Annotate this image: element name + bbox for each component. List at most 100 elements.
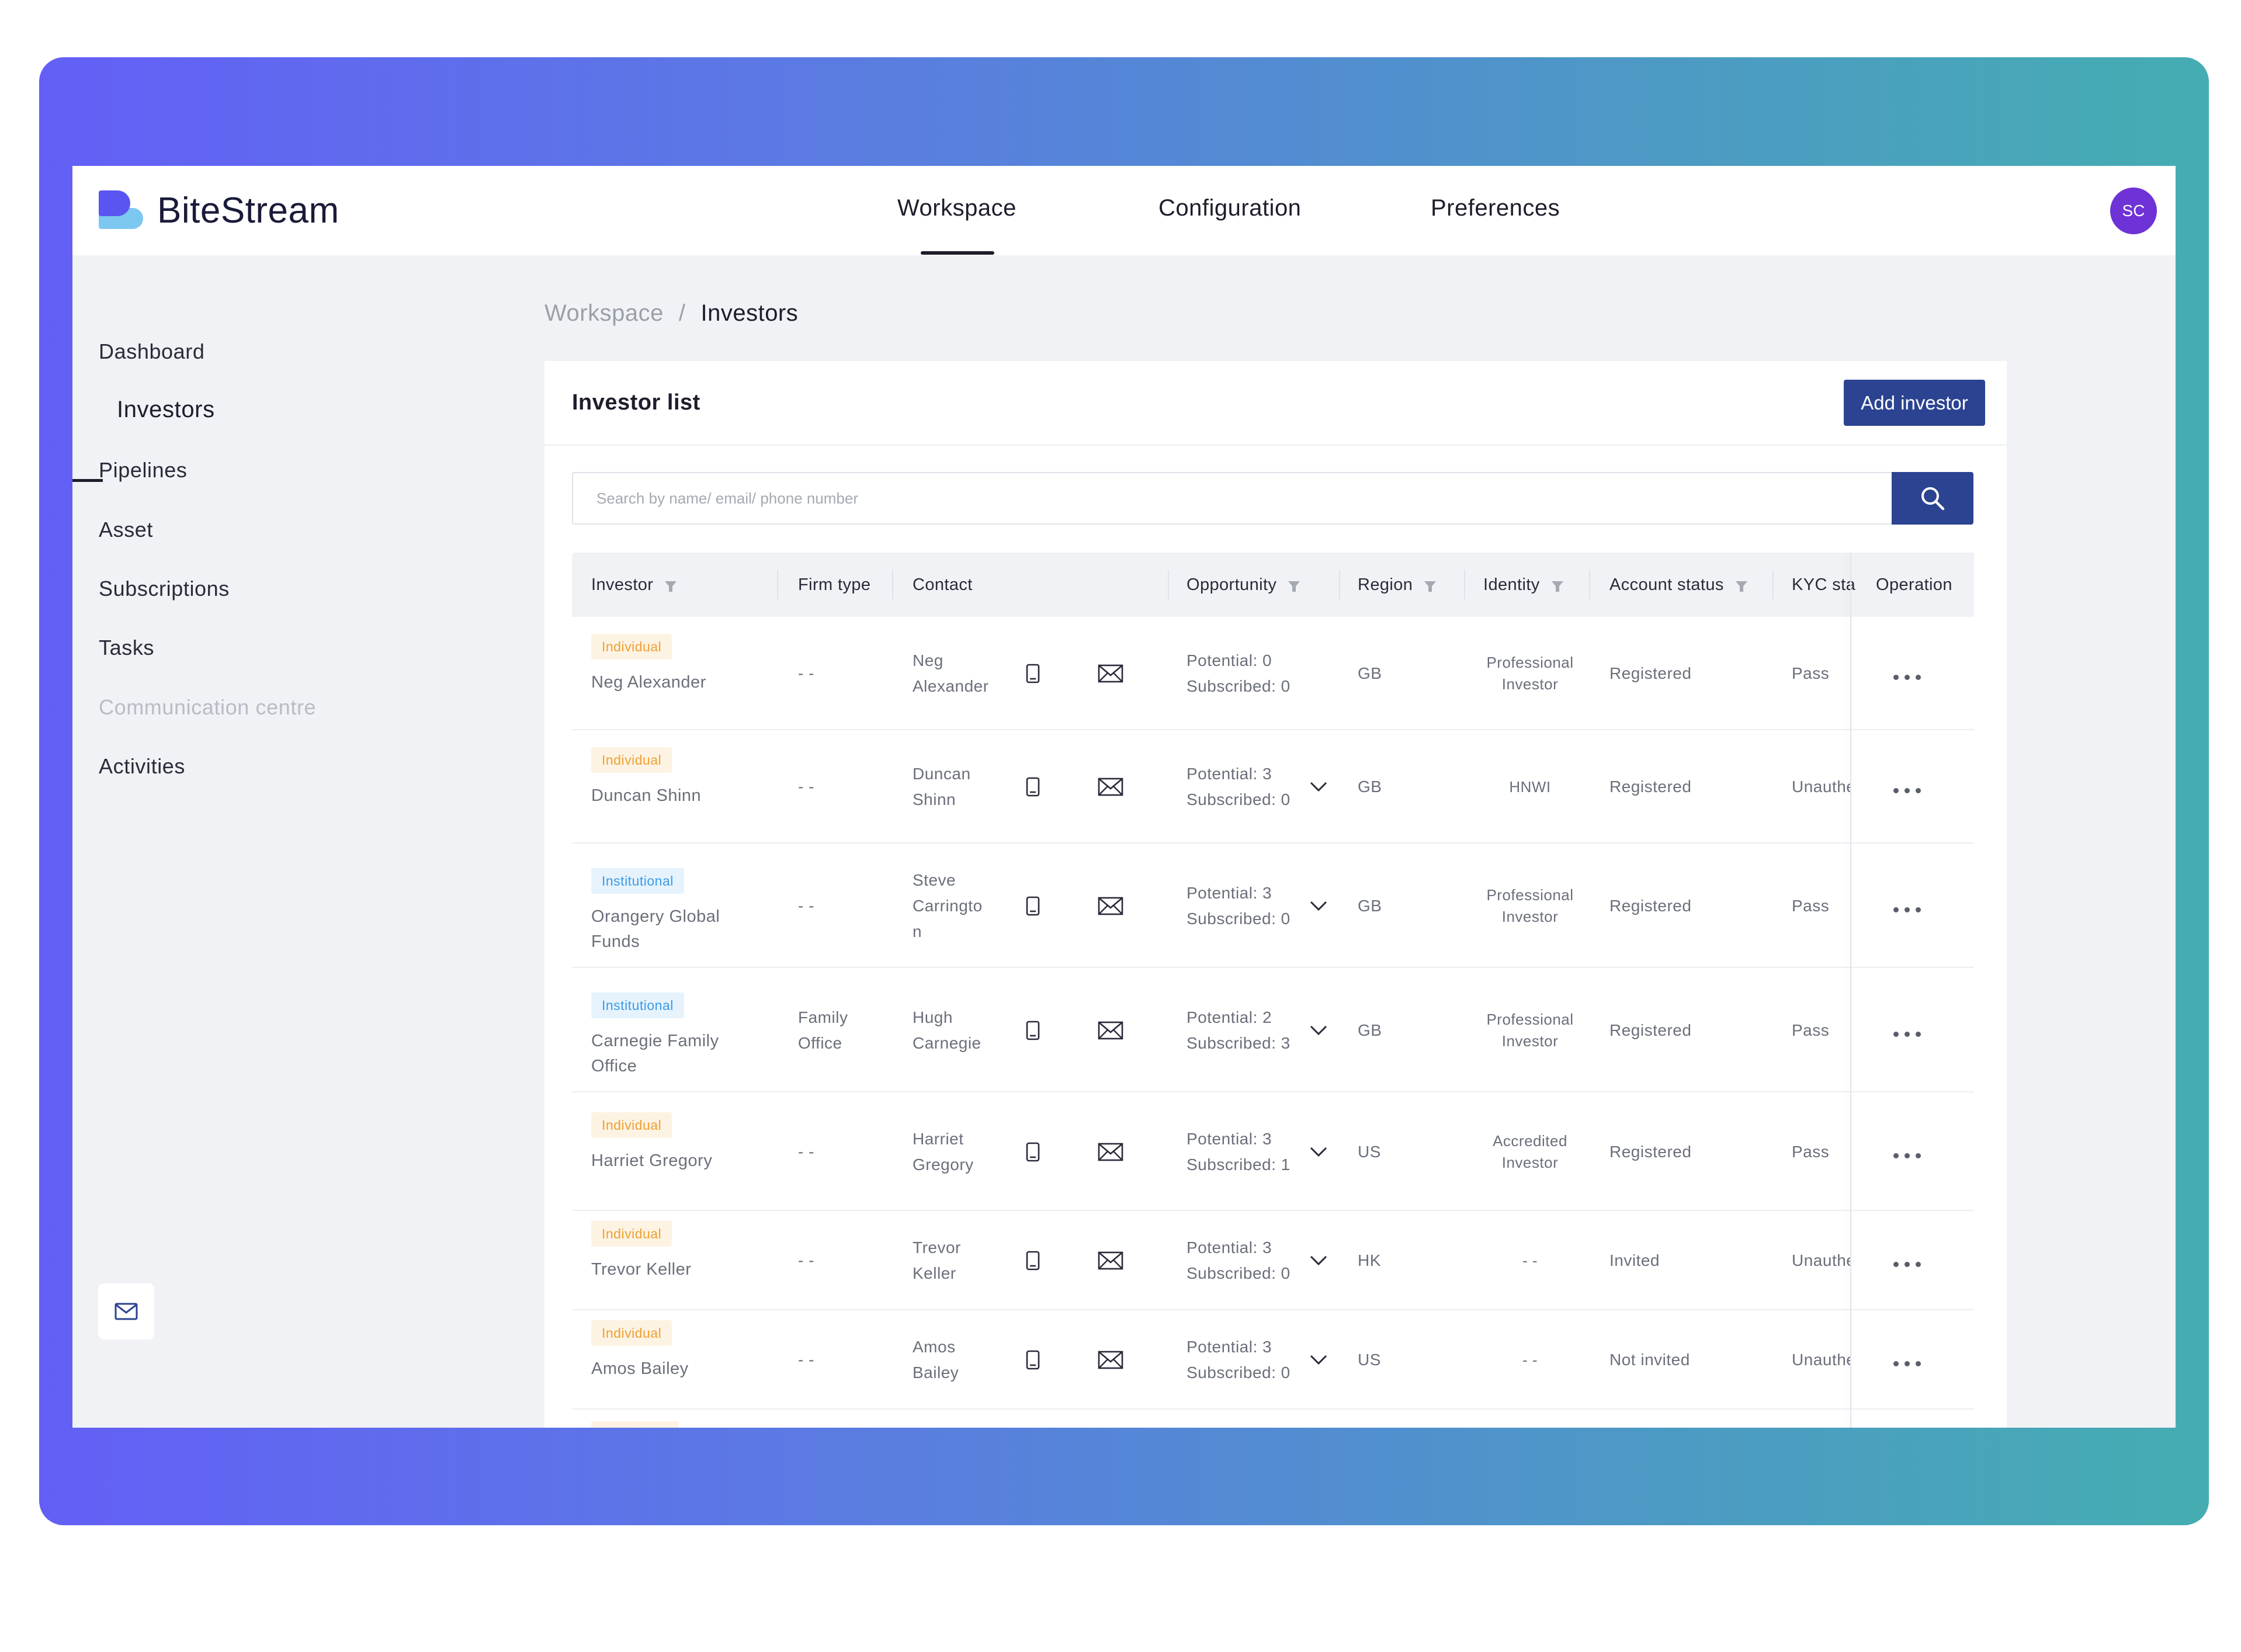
tab-workspace[interactable]: Workspace (897, 195, 1017, 221)
header-opportunity[interactable]: Opportunity (1187, 553, 1300, 617)
sidebar-item-pipelines[interactable]: Pipelines (99, 458, 188, 483)
phone-icon[interactable] (1025, 896, 1040, 919)
tab-preferences[interactable]: Preferences (1431, 195, 1560, 221)
table-row[interactable]: Institutional Orangery Global Funds - - Stev… (572, 844, 1974, 968)
contact-line: Alexander (913, 677, 989, 695)
breadcrumb-workspace[interactable]: Workspace (544, 300, 664, 326)
filter-icon[interactable] (665, 581, 677, 592)
envelope-icon[interactable] (1098, 1351, 1123, 1372)
opportunity-potential: Potential: 3 (1187, 765, 1272, 783)
identity-line: Accredited (1493, 1132, 1567, 1150)
more-dots-icon[interactable] (1893, 1153, 1921, 1158)
region-cell: HK (1358, 1251, 1381, 1269)
investor-table: Investor Firm type Contact Opportunity R… (572, 553, 1974, 1428)
sidebar-item-subscriptions[interactable]: Subscriptions (99, 577, 230, 601)
header-region[interactable]: Region (1358, 553, 1437, 617)
header-opportunity-label: Opportunity (1187, 575, 1277, 594)
firm-type-line: - - (798, 1251, 814, 1269)
sidebar-item-dashboard[interactable]: Dashboard (99, 339, 205, 364)
contact-line: n (913, 922, 922, 940)
search-button[interactable] (1892, 472, 1973, 525)
table-row[interactable]: Institutional Carnegie Family Office Family… (572, 968, 1974, 1092)
header-identity[interactable]: Identity (1483, 553, 1563, 617)
investor-name[interactable]: Carnegie Family Office (591, 1029, 766, 1079)
sidebar-item-investors[interactable]: Investors (117, 397, 215, 423)
investor-type-badge: Individual (591, 1221, 672, 1247)
investor-name[interactable]: Trevor Keller (591, 1257, 766, 1282)
filter-icon[interactable] (1735, 581, 1747, 592)
more-dots-icon[interactable] (1893, 675, 1921, 680)
identity-cell: HNWI (1483, 776, 1577, 798)
table-row[interactable]: Individual Trevor Keller - - Trevor Keller Po… (572, 1211, 1974, 1310)
contact-name-cell: Harriet Gregory (913, 1126, 974, 1178)
investor-name[interactable]: Orangery Global Funds (591, 904, 766, 955)
chevron-down-icon[interactable] (1310, 1147, 1327, 1160)
investor-name-line: Trevor Keller (591, 1260, 692, 1279)
envelope-icon[interactable] (1098, 664, 1123, 686)
table-row[interactable]: Individual Neg Alexander - - Neg Alexander Po… (572, 617, 1974, 730)
account-status-cell: Registered (1609, 664, 1692, 682)
filter-icon[interactable] (1551, 581, 1563, 592)
contact-name-cell: Neg Alexander (913, 648, 989, 699)
sidebar-item-asset[interactable]: Asset (99, 518, 153, 542)
envelope-icon[interactable] (1098, 897, 1123, 918)
table-row[interactable]: Individual Duncan Shinn - - Duncan Shinn Pote… (572, 730, 1974, 844)
phone-icon[interactable] (1025, 1142, 1040, 1165)
phone-icon[interactable] (1025, 1251, 1040, 1273)
identity-line: HNWI (1509, 778, 1551, 796)
header-investor[interactable]: Investor (591, 553, 677, 617)
envelope-icon[interactable] (1098, 1021, 1123, 1043)
envelope-icon[interactable] (1098, 1143, 1123, 1164)
sidebar: Dashboard Investors Pipelines Asset Subs… (72, 255, 400, 1428)
search-input[interactable] (572, 472, 1892, 525)
phone-icon[interactable] (1025, 777, 1040, 800)
sidebar-item-tasks[interactable]: Tasks (99, 636, 154, 660)
mail-button[interactable] (98, 1283, 154, 1339)
filter-icon[interactable] (1424, 581, 1437, 592)
more-dots-icon[interactable] (1893, 1262, 1921, 1267)
contact-line: Gregory (913, 1155, 974, 1174)
chevron-down-icon[interactable] (1310, 1255, 1327, 1269)
investor-list-card: Investor list Add investor Investor Firm… (544, 361, 2007, 1428)
envelope-icon[interactable] (1098, 1251, 1123, 1273)
chevron-down-icon[interactable] (1310, 782, 1327, 795)
header-kyc-label: KYC sta (1792, 575, 1856, 594)
user-avatar[interactable]: SC (2110, 188, 2157, 234)
more-dots-icon[interactable] (1893, 1032, 1921, 1037)
more-dots-icon[interactable] (1893, 788, 1921, 793)
sidebar-item-activities[interactable]: Activities (99, 754, 185, 779)
investor-type-badge: Individual (591, 747, 672, 773)
investor-name[interactable]: Amos Bailey (591, 1356, 766, 1382)
brand-logo[interactable]: BiteStream (99, 189, 339, 231)
identity-cell: - - (1483, 1349, 1577, 1371)
add-investor-button[interactable]: Add investor (1844, 380, 1985, 426)
header-region-label: Region (1358, 575, 1413, 594)
envelope-icon[interactable] (1098, 778, 1123, 799)
phone-icon[interactable] (1025, 1350, 1040, 1373)
table-row[interactable]: Individual Harriet Gregory - - Harriet Grego… (572, 1092, 1974, 1211)
investor-name[interactable]: Duncan Shinn (591, 783, 766, 808)
investor-name[interactable]: Harriet Gregory (591, 1148, 766, 1174)
chevron-down-icon[interactable] (1310, 901, 1327, 914)
firm-type-cell: Family Office (798, 1005, 848, 1056)
table-row[interactable]: Individual Amos Bailey - - Amos Bailey Potent… (572, 1310, 1974, 1410)
filter-icon[interactable] (1288, 581, 1300, 592)
chevron-down-icon[interactable] (1310, 1025, 1327, 1039)
more-dots-icon[interactable] (1893, 1361, 1921, 1366)
tab-configuration[interactable]: Configuration (1158, 195, 1301, 221)
contact-line: Shinn (913, 790, 956, 808)
opportunity-potential: Potential: 3 (1187, 1238, 1272, 1257)
investor-name[interactable]: Neg Alexander (591, 670, 766, 695)
opportunity-cell: Potential: 3 Subscribed: 1 (1187, 1126, 1291, 1178)
card-title: Investor list (572, 390, 700, 415)
header-account-status[interactable]: Account status (1609, 553, 1747, 617)
firm-type-line: - - (798, 1351, 814, 1369)
phone-icon[interactable] (1025, 1021, 1040, 1043)
top-header: BiteStream Workspace Configuration Prefe… (72, 166, 2176, 255)
investor-type-badge (591, 1421, 679, 1428)
identity-line: Investor (1501, 1032, 1559, 1050)
chevron-down-icon[interactable] (1310, 1355, 1327, 1368)
opportunity-cell: Potential: 0 Subscribed: 0 (1187, 648, 1291, 699)
phone-icon[interactable] (1025, 664, 1040, 686)
more-dots-icon[interactable] (1893, 907, 1921, 912)
